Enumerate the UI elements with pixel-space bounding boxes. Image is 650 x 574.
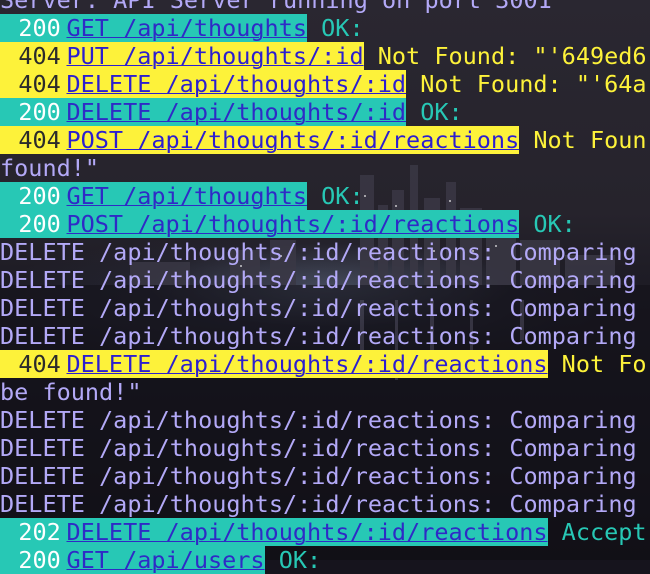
log-text: DELETE /api/thoughts/:id/reactions: Comp… [0,322,637,350]
request-route: POST /api/thoughts/:id/reactions [66,210,520,238]
status-message: OK: [406,98,463,126]
status-code: 202 [18,518,61,546]
log-line: 200 GET /api/users OK: [0,546,650,574]
status-message: Accept [547,518,647,546]
log-line: be found!" [0,378,650,406]
status-code: 404 [18,70,61,98]
status-message: Not Foun [519,126,647,154]
status-message: OK: [307,14,364,42]
status-code: 404 [18,126,61,154]
log-line: found!" [0,154,650,182]
status-message: Not Fo [547,350,647,378]
success-highlight: 200 POST /api/thoughts/:id/reactions [0,210,520,238]
status-code: 404 [18,42,61,70]
log-line: DELETE /api/thoughts/:id/reactions: Comp… [0,294,650,322]
log-line: DELETE /api/thoughts/:id/reactions: Comp… [0,266,650,294]
terminal-output: Server: API Server running on port 3001 2… [0,0,650,574]
log-line: DELETE /api/thoughts/:id/reactions: Comp… [0,462,650,490]
request-route: DELETE /api/thoughts/:id/reactions [66,350,548,378]
status-code: 200 [18,14,61,42]
log-line: 202 DELETE /api/thoughts/:id/reactions Ac… [0,518,650,546]
request-route: POST /api/thoughts/:id/reactions [66,126,520,154]
success-highlight: 200 GET /api/thoughts [0,182,308,210]
log-text: DELETE /api/thoughts/:id/reactions: Comp… [0,434,637,462]
request-route: PUT /api/thoughts/:id [66,42,364,70]
log-line: 200 GET /api/thoughts OK: [0,182,650,210]
status-message: OK: [519,210,576,238]
error-highlight: 404 PUT /api/thoughts/:id [0,42,364,70]
log-text: DELETE /api/thoughts/:id/reactions: Comp… [0,406,637,434]
log-line: DELETE /api/thoughts/:id/reactions: Comp… [0,434,650,462]
success-highlight: 200 GET /api/users [0,546,265,574]
log-line: DELETE /api/thoughts/:id/reactions: Comp… [0,238,650,266]
log-line: 200 GET /api/thoughts OK: [0,14,650,42]
log-text: DELETE /api/thoughts/:id/reactions: Comp… [0,238,637,266]
status-code: 200 [18,182,61,210]
request-route: DELETE /api/thoughts/:id/reactions [66,518,548,546]
error-highlight: 404 DELETE /api/thoughts/:id/reactions [0,350,548,378]
log-line: Server: API Server running on port 3001 [0,0,650,14]
log-line: DELETE /api/thoughts/:id/reactions: Comp… [0,406,650,434]
request-route: DELETE /api/thoughts/:id [66,98,407,126]
log-line: 200 DELETE /api/thoughts/:id OK: [0,98,650,126]
success-highlight: 202 DELETE /api/thoughts/:id/reactions [0,518,548,546]
status-code: 200 [18,98,61,126]
log-text: Server: API Server running on port 3001 [0,0,552,14]
log-text: DELETE /api/thoughts/:id/reactions: Comp… [0,490,637,518]
status-message: OK: [307,182,364,210]
status-message: OK: [264,546,322,574]
success-highlight: 200 GET /api/thoughts [0,14,308,42]
log-text: DELETE /api/thoughts/:id/reactions: Comp… [0,266,637,294]
log-text: DELETE /api/thoughts/:id/reactions: Comp… [0,462,637,490]
status-code: 200 [18,546,61,574]
log-continuation: be found!" [0,378,142,406]
log-line: 200 POST /api/thoughts/:id/reactions OK: [0,210,650,238]
error-highlight: 404 DELETE /api/thoughts/:id [0,70,407,98]
request-route: GET /api/thoughts [66,182,308,210]
error-highlight: 404 POST /api/thoughts/:id/reactions [0,126,520,154]
log-line: 404 DELETE /api/thoughts/:id/reactions No… [0,350,650,378]
request-route: GET /api/thoughts [66,14,308,42]
log-text: DELETE /api/thoughts/:id/reactions: Comp… [0,294,637,322]
log-line: DELETE /api/thoughts/:id/reactions: Comp… [0,490,650,518]
log-continuation: found!" [0,154,100,182]
status-code: 200 [18,210,61,238]
status-message: Not Found: "'649ed6 [363,42,647,70]
request-route: DELETE /api/thoughts/:id [66,70,407,98]
success-highlight: 200 DELETE /api/thoughts/:id [0,98,407,126]
request-route: GET /api/users [66,546,265,574]
status-message: Not Found: "'64a [406,70,647,98]
log-line: 404 POST /api/thoughts/:id/reactions Not … [0,126,650,154]
log-line: 404 PUT /api/thoughts/:id Not Found: "'64… [0,42,650,70]
log-line: DELETE /api/thoughts/:id/reactions: Comp… [0,322,650,350]
log-line: 404 DELETE /api/thoughts/:id Not Found: "… [0,70,650,98]
status-code: 404 [18,350,61,378]
